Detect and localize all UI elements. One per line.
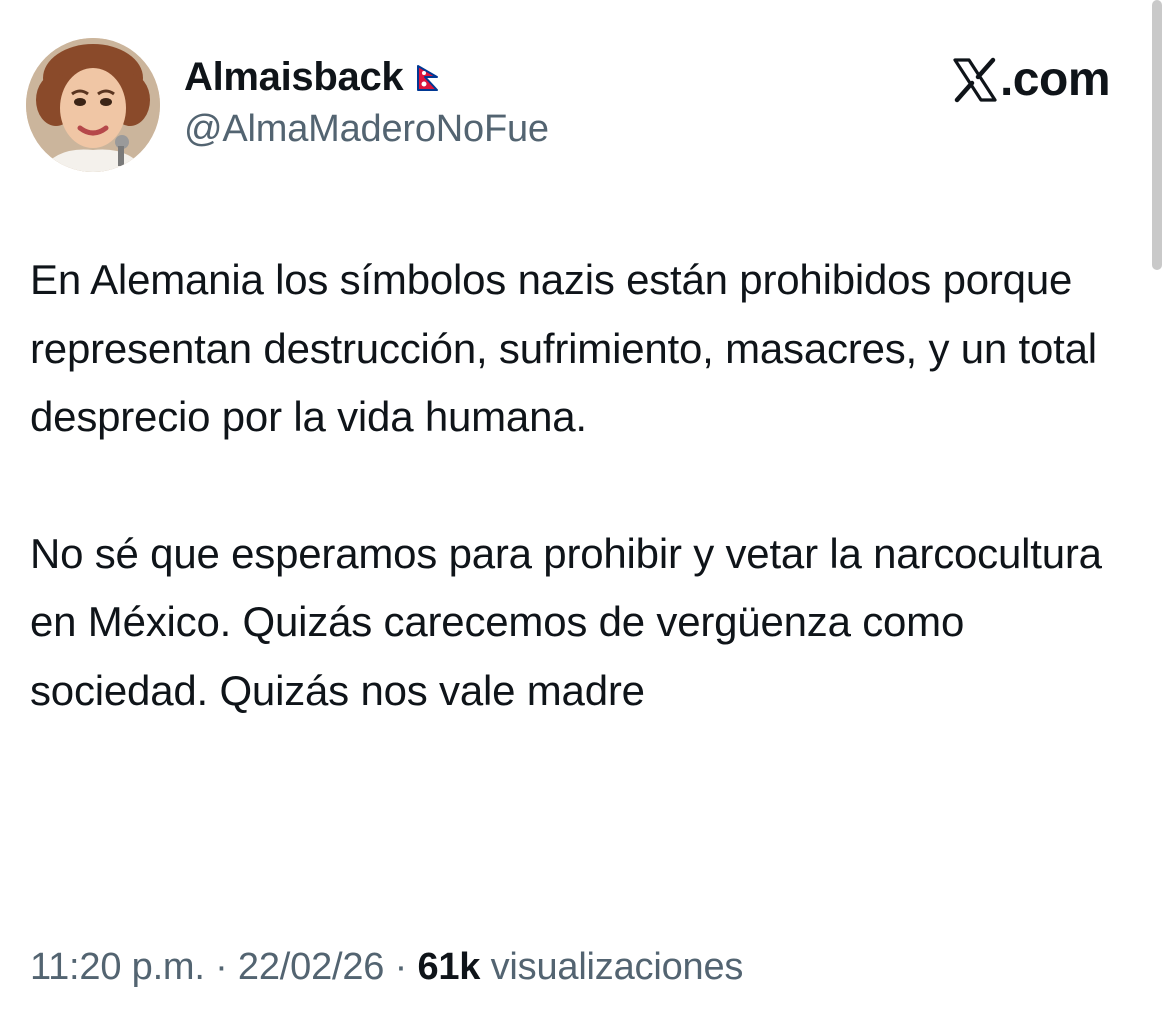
- source-label: .com: [952, 52, 1111, 107]
- avatar[interactable]: [26, 38, 160, 172]
- x-logo-icon: [952, 57, 998, 103]
- tweet-paragraph: No sé que esperamos para prohibir y veta…: [30, 529, 1102, 714]
- views-label: visualizaciones: [490, 946, 744, 988]
- display-name[interactable]: Almaisback: [184, 55, 404, 100]
- display-name-row: Almaisback: [184, 52, 439, 102]
- scrollbar[interactable]: [1152, 0, 1162, 270]
- tweet-date[interactable]: 22/02/26: [238, 946, 385, 988]
- tweet-paragraph: En Alemania los símbolos nazis están pro…: [30, 256, 1097, 440]
- tweet-meta: 11:20 p.m. · 22/02/26 · 61k visualizacio…: [30, 946, 743, 989]
- meta-separator: ·: [394, 946, 408, 988]
- tweet-text: En Alemania los símbolos nazis están pro…: [30, 246, 1145, 725]
- nepal-flag-icon: [417, 64, 439, 96]
- user-handle[interactable]: @AlmaMaderoNoFue: [184, 108, 549, 151]
- tweet-time[interactable]: 11:20 p.m.: [30, 946, 205, 988]
- source-domain: .com: [999, 53, 1111, 106]
- profile-avatar-image: [26, 38, 160, 172]
- views-count: 61k: [417, 946, 481, 988]
- meta-separator: ·: [215, 946, 228, 988]
